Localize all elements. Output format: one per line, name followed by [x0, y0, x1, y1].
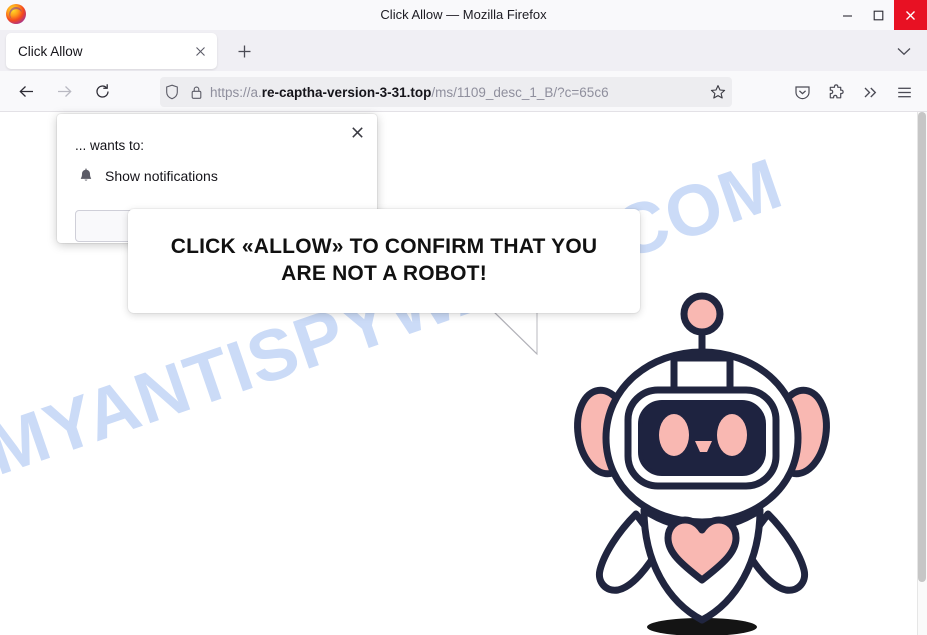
hamburger-menu-icon[interactable]: [887, 76, 921, 108]
permission-close-icon[interactable]: [346, 121, 368, 143]
url-bar[interactable]: https://a.re-captha-version-3-31.top/ms/…: [160, 77, 732, 107]
speech-bubble-tail: [490, 309, 560, 365]
tab-title: Click Allow: [18, 43, 83, 59]
maximize-button[interactable]: [863, 0, 894, 30]
forward-arrow-icon: [47, 75, 81, 107]
window-controls: [832, 0, 927, 30]
tracking-protection-shield-icon[interactable]: [160, 84, 184, 100]
extensions-puzzle-icon[interactable]: [819, 76, 853, 108]
url-path: /ms/1109_desc_1_B/?c=65c6: [431, 84, 609, 100]
new-tab-button[interactable]: [232, 39, 256, 63]
notification-bell-icon: [75, 168, 97, 184]
url-text[interactable]: https://a.re-captha-version-3-31.top/ms/…: [210, 85, 704, 100]
speech-bubble: CLICK «ALLOW» TO CONFIRM THAT YOU ARE NO…: [128, 209, 640, 313]
toolbar-right-icons: [785, 76, 921, 108]
bubble-message: CLICK «ALLOW» TO CONFIRM THAT YOU ARE NO…: [170, 235, 598, 285]
url-domain: re-captha-version-3-31.top: [261, 84, 432, 100]
navigation-toolbar: https://a.re-captha-version-3-31.top/ms/…: [0, 71, 927, 112]
padlock-icon[interactable]: [184, 85, 208, 100]
permission-request-label: Show notifications: [105, 168, 218, 184]
window-title: Click Allow — Mozilla Firefox: [380, 7, 547, 22]
title-bar: Click Allow — Mozilla Firefox: [0, 0, 927, 30]
back-arrow-icon[interactable]: [9, 75, 43, 107]
tab-close-icon[interactable]: [189, 40, 211, 62]
permission-host-text: ... wants to:: [75, 138, 145, 153]
minimize-button[interactable]: [832, 0, 863, 30]
robot-illustration: [552, 280, 852, 635]
firefox-window: Click Allow — Mozilla Firefox Click Allo…: [0, 0, 927, 635]
overflow-chevrons-icon[interactable]: [853, 76, 887, 108]
page-scrollbar[interactable]: [917, 112, 927, 635]
url-scheme: https://a.: [210, 84, 262, 100]
tab-strip: Click Allow: [0, 30, 927, 71]
bookmark-star-icon[interactable]: [704, 84, 732, 100]
close-window-button[interactable]: [894, 0, 927, 30]
scrollbar-thumb[interactable]: [918, 112, 926, 582]
tab-click-allow[interactable]: Click Allow: [6, 33, 217, 69]
reload-icon[interactable]: [85, 75, 119, 107]
permission-request-row: Show notifications: [75, 168, 218, 184]
save-to-pocket-icon[interactable]: [785, 76, 819, 108]
list-all-tabs-chevron-down-icon[interactable]: [893, 41, 915, 61]
